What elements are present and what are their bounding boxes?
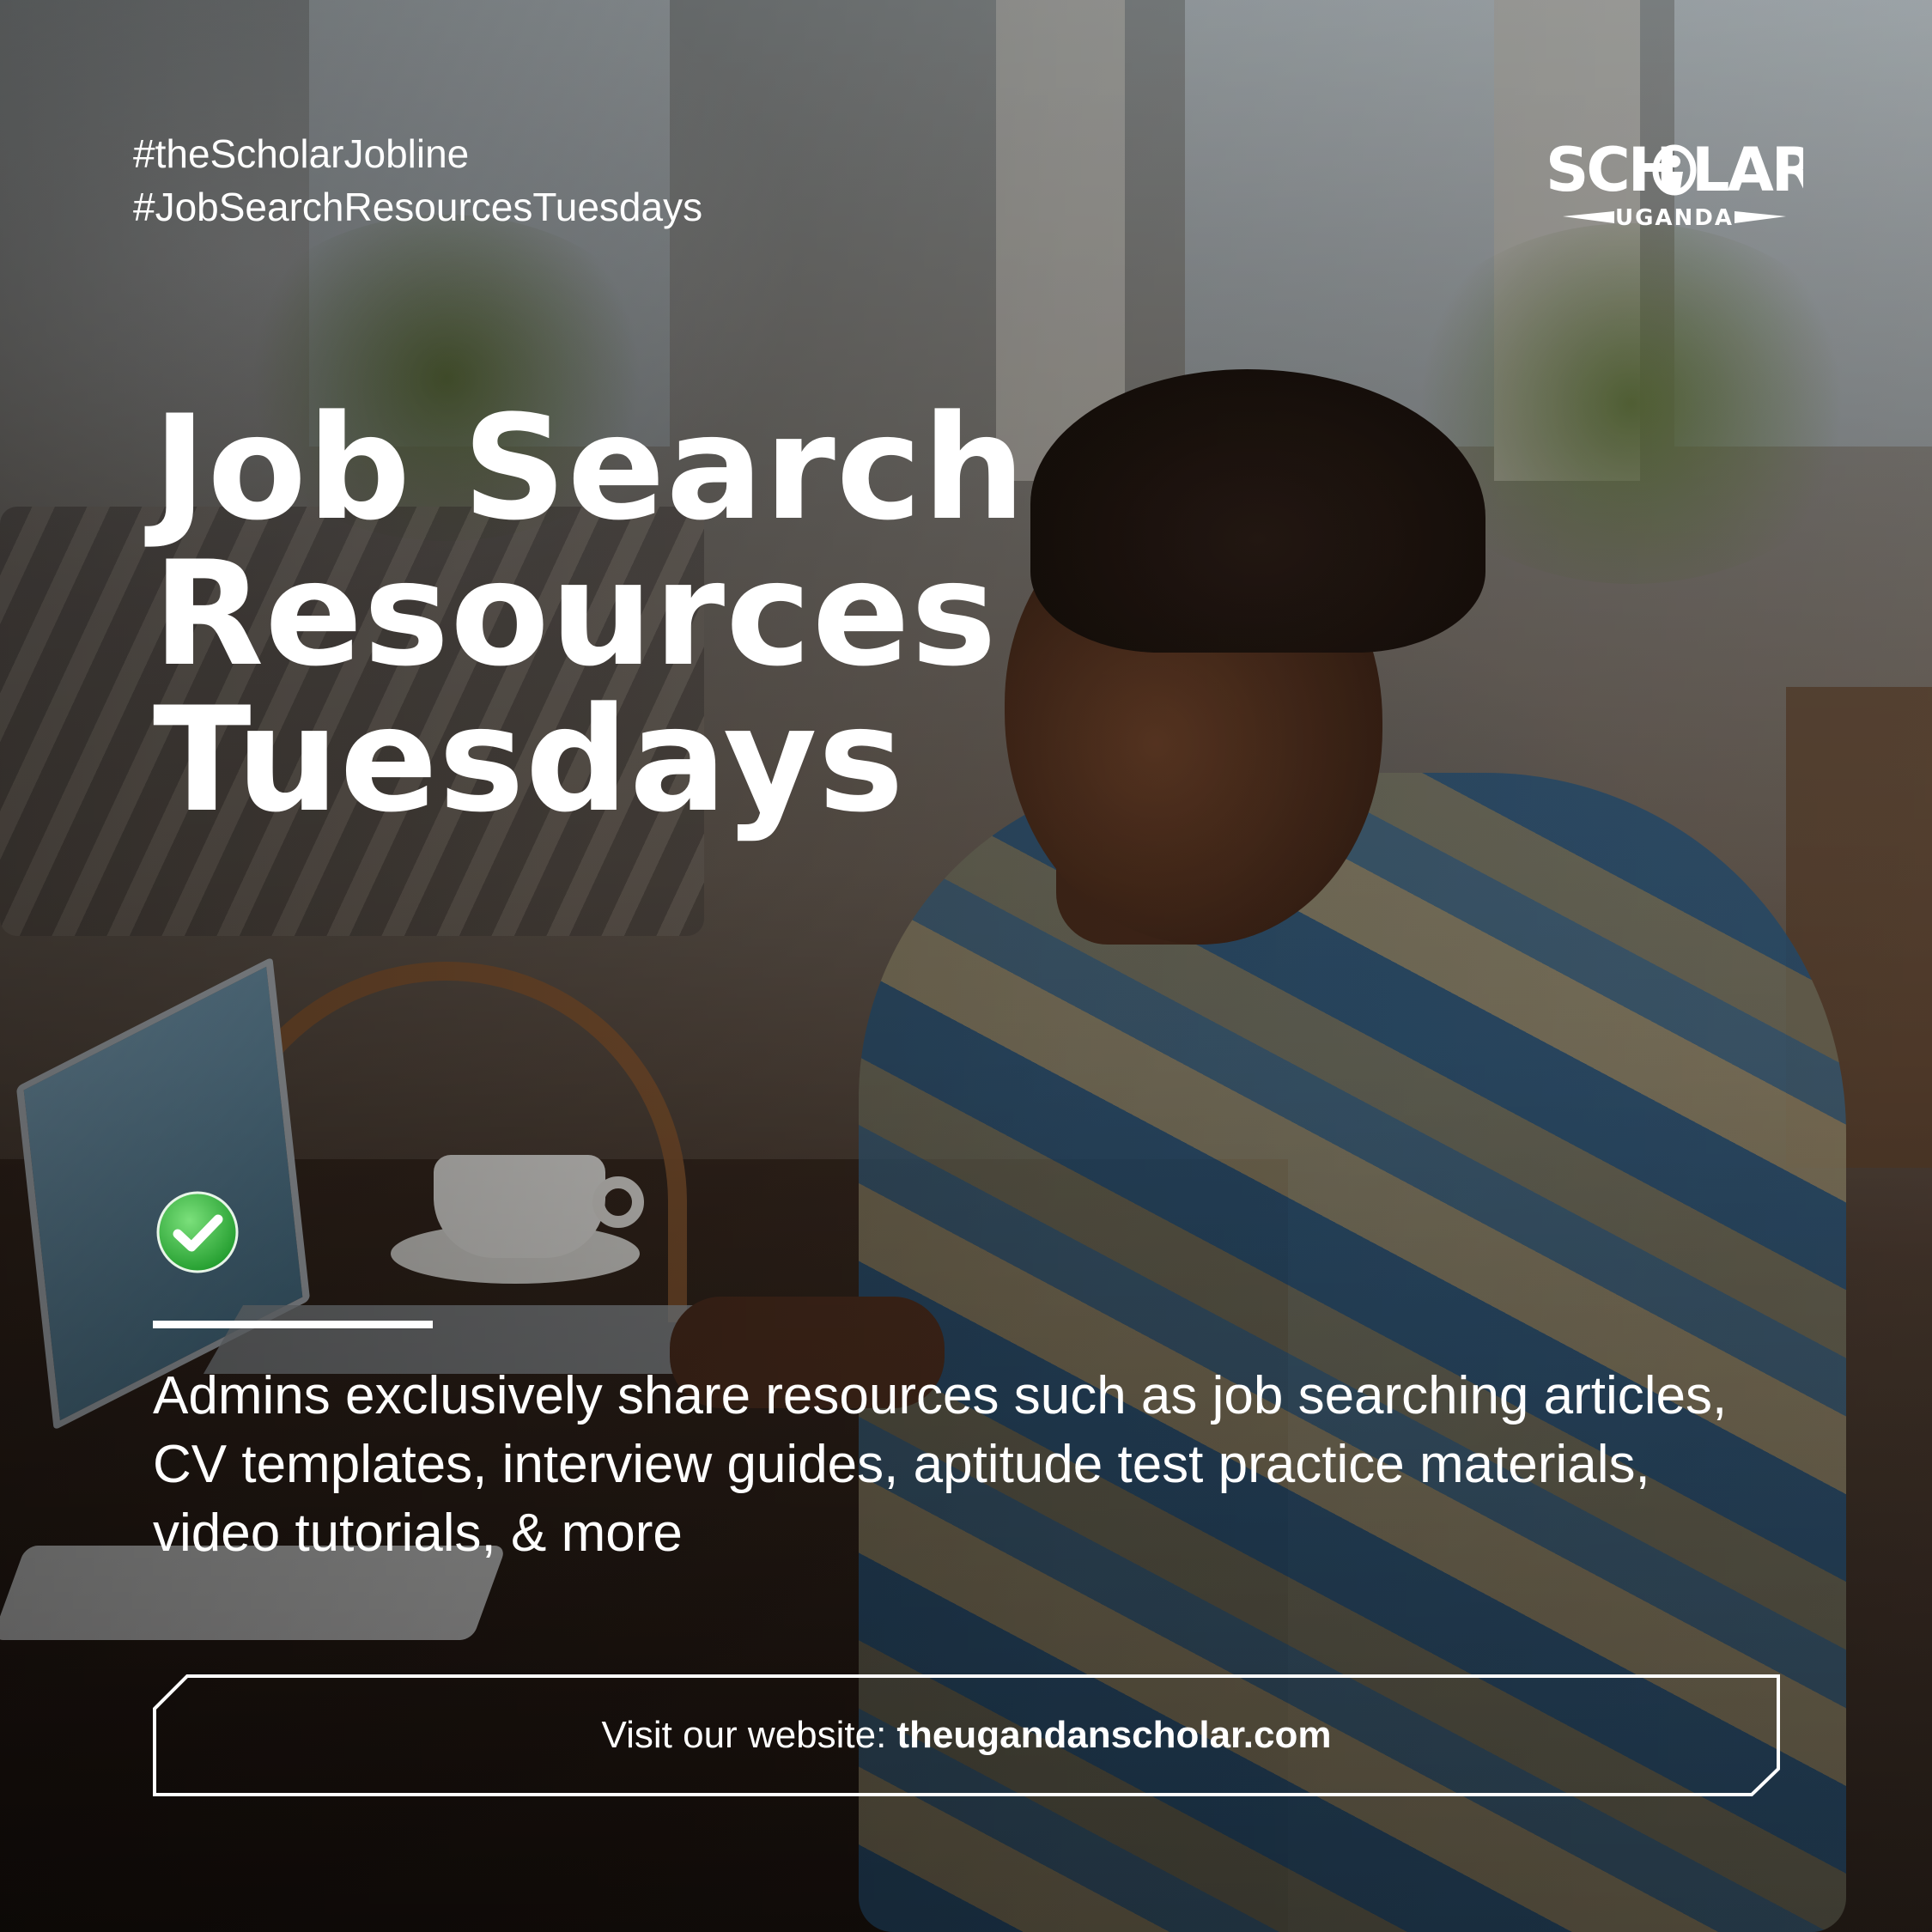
scholar-uganda-logo: SCH LAR UGANDA — [1546, 137, 1803, 231]
hashtag-tuesdays: #JobSearchResourcesTuesdays — [133, 185, 703, 229]
headline-line-1: Job Search — [153, 384, 1027, 552]
description: Admins exclusively share resources such … — [153, 1366, 1728, 1563]
logo-swoosh-left — [1563, 211, 1614, 223]
headline-line-3: Tuesdays — [153, 676, 905, 844]
cta-prefix: Visit our website: — [601, 1714, 887, 1756]
headline: Job Search Resources Tuesdays — [153, 395, 1026, 833]
background-photo — [0, 0, 1932, 1932]
website-cta[interactable]: Visit our website: theugandanscholar.com — [153, 1674, 1780, 1796]
logo-swoosh-right — [1735, 211, 1786, 223]
logo-text-right: LAR — [1692, 137, 1803, 205]
hashtags: #theScholarJobline #JobSearchResourcesTu… — [133, 127, 702, 234]
headline-line-2: Resources — [153, 530, 998, 698]
overlay-shade — [0, 0, 1932, 1932]
logo-subtext: UGANDA — [1615, 205, 1734, 231]
website-link[interactable]: theugandanscholar.com — [896, 1714, 1331, 1757]
divider — [153, 1321, 433, 1328]
cta-text: Visit our website: theugandanscholar.com — [153, 1674, 1780, 1796]
check-circle-icon — [156, 1191, 239, 1273]
hashtag-jobline: #theScholarJobline — [133, 131, 470, 176]
